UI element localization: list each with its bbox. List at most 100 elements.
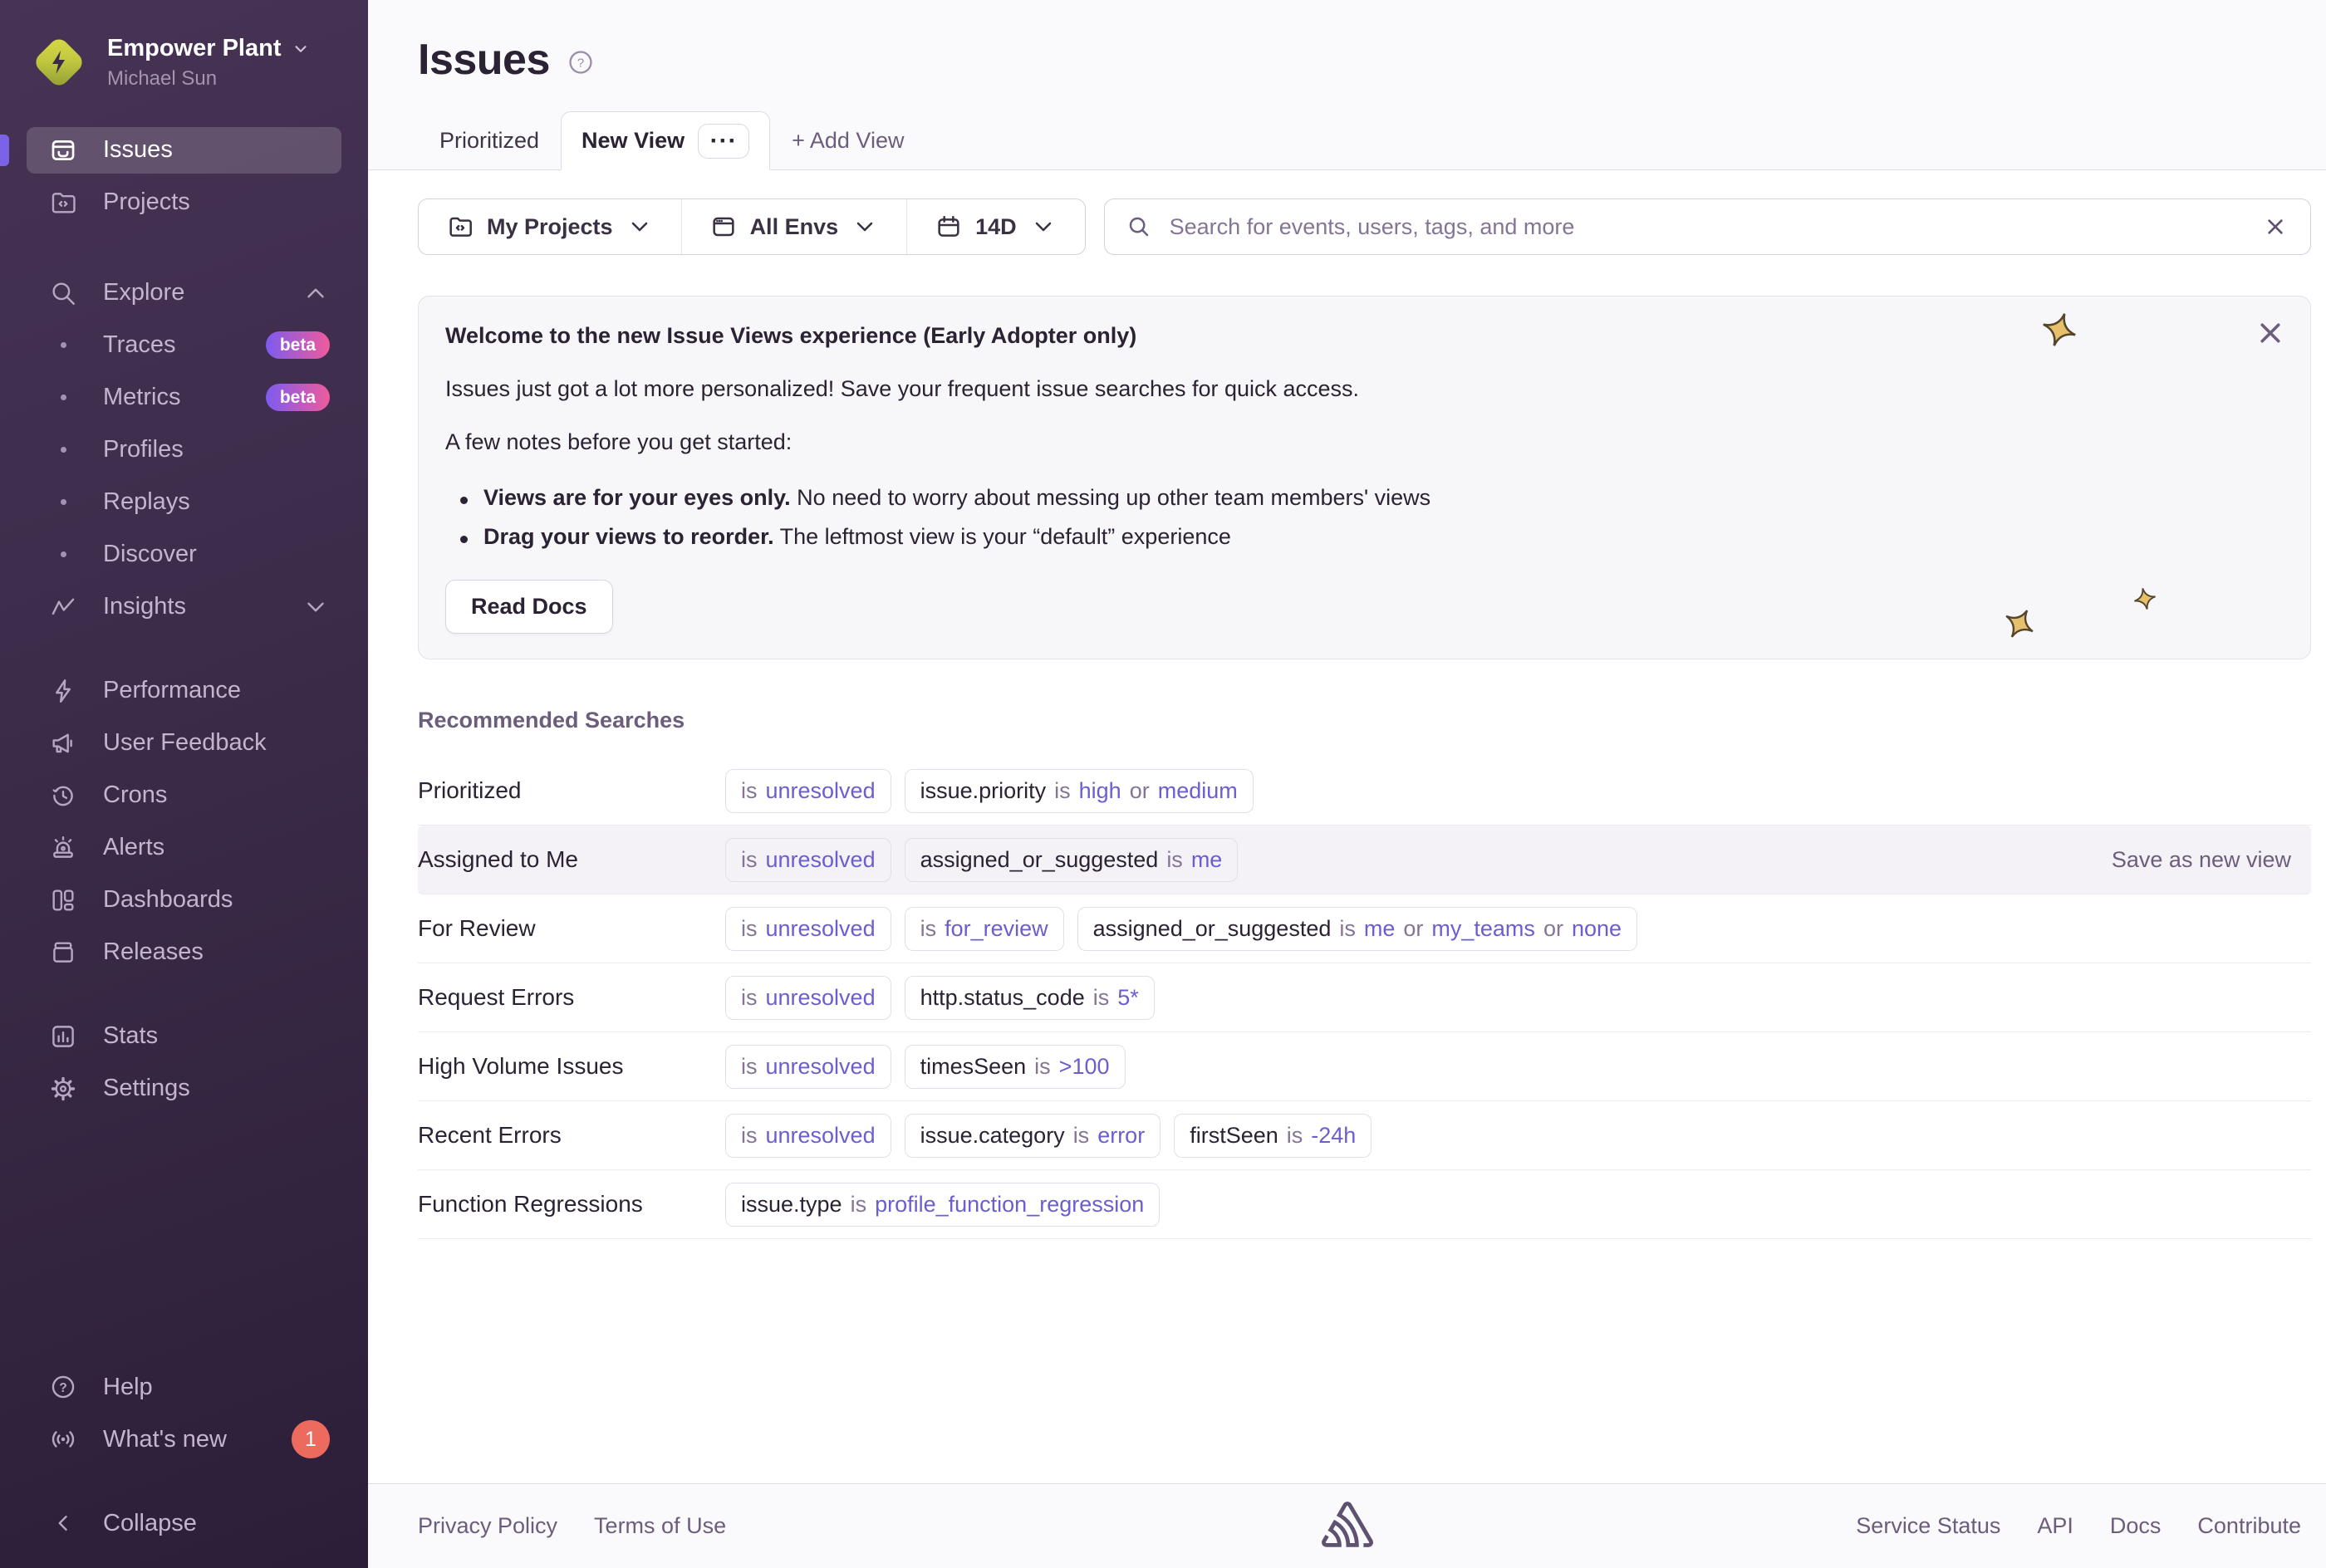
sidebar-item-profiles[interactable]: Profiles: [27, 427, 341, 473]
sidebar-item-releases[interactable]: Releases: [27, 929, 341, 976]
recommended-search-row[interactable]: Request Errorsisunresolvedhttp.status_co…: [418, 963, 2311, 1032]
query-token: me: [1364, 916, 1396, 942]
sidebar-collapse-button[interactable]: Collapse: [27, 1500, 341, 1546]
sidebar-item-settings[interactable]: Settings: [27, 1066, 341, 1112]
search-input[interactable]: [1168, 213, 2245, 241]
recommended-search-row[interactable]: Assigned to Meisunresolvedassigned_or_su…: [418, 826, 2311, 894]
sidebar-item-label: Discover: [103, 541, 197, 568]
sidebar-item-explore[interactable]: Explore: [27, 270, 341, 316]
query-token-pill: issue.categoryiserror: [905, 1114, 1161, 1158]
banner-title: Welcome to the new Issue Views experienc…: [445, 323, 2277, 349]
sidebar-item-stats[interactable]: Stats: [27, 1013, 341, 1060]
query-pill-group: isunresolvedhttp.status_codeis5*: [725, 976, 1155, 1020]
query-pill-group: isunresolvedtimesSeenis>100: [725, 1045, 1126, 1089]
query-token-pill: timesSeen is >100: [905, 1045, 1126, 1089]
banner-bullet: Drag your views to reorder. The leftmost…: [445, 524, 2277, 550]
tab-options-ellipsis-icon[interactable]: ···: [698, 124, 749, 159]
sidebar-item-issues[interactable]: Issues: [27, 127, 341, 174]
recommended-search-row[interactable]: Function Regressionsissue.typeisprofile_…: [418, 1170, 2311, 1239]
query-token: me: [1191, 847, 1223, 873]
query-token-pill: isfor_review: [905, 907, 1064, 951]
sidebar-item-metrics[interactable]: Metrics beta: [27, 375, 341, 421]
view-tabs: Prioritized New View ··· + Add View: [418, 110, 2311, 169]
query-token: unresolved: [766, 778, 876, 804]
query-token-pill: isunresolved: [725, 838, 891, 882]
sidebar-item-discover[interactable]: Discover: [27, 532, 341, 578]
environment-filter-dropdown[interactable]: All Envs: [681, 199, 907, 254]
sidebar-item-user-feedback[interactable]: User Feedback: [27, 720, 341, 767]
recommended-search-row[interactable]: Recent Errorsisunresolvedissue.categoryi…: [418, 1101, 2311, 1170]
bullet-dot-icon: [48, 383, 78, 413]
query-pill-group: isunresolvedissue.categoryiserrorfirstSe…: [725, 1114, 1372, 1158]
sparkle-star-icon: [2041, 311, 2078, 348]
query-token-pill: assigned_or_suggestedismeormy_teamsornon…: [1077, 907, 1637, 951]
gear-icon: [48, 1074, 78, 1104]
terms-of-use-link[interactable]: Terms of Use: [594, 1513, 726, 1539]
query-token: is: [741, 916, 758, 942]
api-link[interactable]: API: [2037, 1513, 2073, 1539]
query-token: timesSeen: [920, 1054, 1027, 1080]
projects-icon: [447, 213, 474, 240]
recommended-rows: Prioritizedisunresolvedissue.priorityish…: [418, 757, 2311, 1239]
banner-bullet-list: Views are for your eyes only. No need to…: [445, 485, 2277, 550]
bullet-dot-icon: [48, 435, 78, 465]
query-token: or: [1130, 778, 1150, 804]
recommended-search-row[interactable]: High Volume IssuesisunresolvedtimesSeeni…: [418, 1032, 2311, 1101]
sidebar-item-crons[interactable]: Crons: [27, 772, 341, 819]
sidebar-item-label: Replays: [103, 488, 190, 516]
sidebar-item-replays[interactable]: Replays: [27, 479, 341, 526]
docs-link[interactable]: Docs: [2110, 1513, 2162, 1539]
add-view-button[interactable]: + Add View: [770, 111, 925, 170]
sidebar-item-label: What's new: [103, 1426, 227, 1453]
title-help-icon[interactable]: ?: [567, 48, 595, 76]
chevron-down-icon: [302, 593, 330, 621]
lightning-bolt-icon: [36, 39, 82, 86]
projects-filter-value: My Projects: [487, 214, 613, 240]
query-token: unresolved: [766, 916, 876, 942]
service-status-link[interactable]: Service Status: [1856, 1513, 2000, 1539]
recommended-search-row[interactable]: Prioritizedisunresolvedissue.priorityish…: [418, 757, 2311, 826]
svg-text:?: ?: [59, 1381, 67, 1395]
sidebar-item-performance[interactable]: Performance: [27, 668, 341, 714]
date-range-value: 14D: [975, 214, 1017, 240]
clear-search-icon[interactable]: [2262, 213, 2289, 240]
recommended-search-label: Assigned to Me: [418, 846, 725, 873]
sidebar-item-help[interactable]: ? Help: [27, 1364, 341, 1410]
tab-new-view[interactable]: New View ···: [561, 111, 770, 170]
read-docs-button[interactable]: Read Docs: [445, 580, 613, 634]
save-as-new-view-button[interactable]: Save as new view: [2112, 847, 2311, 873]
query-token-pill: http.status_codeis5*: [905, 976, 1155, 1020]
sidebar-item-label: Alerts: [103, 834, 164, 861]
dashboard-grid-icon: [48, 885, 78, 915]
query-token: is: [1034, 1054, 1051, 1080]
page-filter-bar: My Projects All Envs 14D: [418, 198, 1086, 255]
privacy-policy-link[interactable]: Privacy Policy: [418, 1513, 557, 1539]
sidebar-item-projects[interactable]: Projects: [27, 179, 341, 226]
sidebar-item-whats-new[interactable]: What's new 1: [27, 1416, 341, 1463]
sidebar-item-insights[interactable]: Insights: [27, 584, 341, 630]
recommended-search-row[interactable]: For Reviewisunresolvedisfor_reviewassign…: [418, 894, 2311, 963]
query-token-pill: isunresolved: [725, 769, 891, 813]
contribute-link[interactable]: Contribute: [2197, 1513, 2301, 1539]
footer-left-links: Privacy Policy Terms of Use: [418, 1513, 726, 1539]
query-token: is: [741, 1054, 758, 1080]
recommended-search-label: High Volume Issues: [418, 1053, 725, 1080]
recommended-searches-heading: Recommended Searches: [418, 708, 2311, 733]
projects-filter-dropdown[interactable]: My Projects: [419, 199, 681, 254]
query-token: or: [1543, 916, 1563, 942]
date-range-dropdown[interactable]: 14D: [906, 199, 1085, 254]
sidebar-item-dashboards[interactable]: Dashboards: [27, 877, 341, 924]
sidebar-item-traces[interactable]: Traces beta: [27, 322, 341, 369]
query-token: unresolved: [766, 847, 876, 873]
sidebar-item-alerts[interactable]: Alerts: [27, 825, 341, 871]
query-token: is: [741, 985, 758, 1011]
query-token-pill: issue.typeisprofile_function_regression: [725, 1183, 1160, 1227]
help-icon: ?: [48, 1372, 78, 1402]
banner-close-button[interactable]: [2255, 318, 2285, 348]
tab-prioritized[interactable]: Prioritized: [418, 111, 561, 170]
sidebar-item-label: Settings: [103, 1075, 190, 1102]
org-user: Michael Sun: [107, 67, 310, 91]
active-accent-bar: [0, 135, 9, 166]
query-token: >100: [1059, 1054, 1110, 1080]
org-switcher[interactable]: Empower Plant Michael Sun: [0, 0, 368, 91]
